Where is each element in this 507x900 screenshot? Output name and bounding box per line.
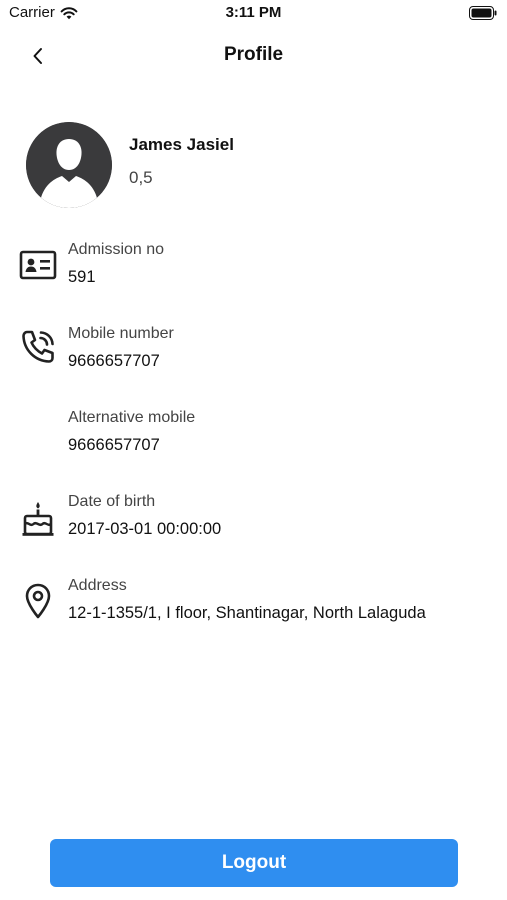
address-row: Address 12-1-1355/1, I floor, Shantinaga… bbox=[0, 577, 507, 639]
profile-header: James Jasiel 0,5 bbox=[26, 122, 486, 208]
mobile-number-row: Mobile number 9666657707 bbox=[0, 325, 507, 387]
user-name: James Jasiel bbox=[129, 135, 234, 154]
phone-call-icon bbox=[22, 330, 54, 363]
mobile-number-label: Mobile number bbox=[68, 325, 174, 342]
admission-number-value: 591 bbox=[68, 268, 96, 286]
birthday-cake-icon bbox=[22, 502, 54, 536]
phone-icon-wrap bbox=[18, 327, 58, 367]
status-time: 3:11 PM bbox=[225, 4, 282, 21]
status-bar: Carrier 3:11 PM bbox=[0, 0, 507, 28]
alternative-mobile-row: Alternative mobile 9666657707 bbox=[0, 409, 507, 471]
battery-icon bbox=[469, 6, 497, 20]
date-of-birth-row: Date of birth 2017-03-01 00:00:00 bbox=[0, 493, 507, 555]
location-icon-wrap bbox=[18, 581, 58, 621]
profile-screen: Carrier 3:11 PM Profile James Jasiel 0,5… bbox=[0, 0, 507, 900]
location-pin-icon bbox=[25, 583, 51, 619]
address-label: Address bbox=[68, 577, 127, 594]
alternative-mobile-label: Alternative mobile bbox=[68, 409, 196, 426]
user-class-section: 0,5 bbox=[129, 168, 153, 187]
cake-icon-wrap bbox=[18, 499, 58, 539]
user-silhouette-icon bbox=[26, 122, 112, 208]
id-card-icon-wrap bbox=[18, 245, 58, 285]
logout-button[interactable]: Logout bbox=[50, 839, 458, 887]
id-card-icon bbox=[19, 250, 57, 280]
admission-number-row: Admission no 591 bbox=[0, 241, 507, 303]
page-title: Profile bbox=[223, 44, 284, 65]
alternative-mobile-value: 9666657707 bbox=[68, 436, 160, 454]
address-value: 12-1-1355/1, I floor, Shantinagar, North… bbox=[68, 604, 426, 622]
date-of-birth-value: 2017-03-01 00:00:00 bbox=[68, 520, 222, 538]
navigation-bar: Profile bbox=[0, 36, 507, 76]
mobile-number-value: 9666657707 bbox=[68, 352, 160, 370]
avatar bbox=[26, 122, 112, 208]
admission-number-label: Admission no bbox=[68, 241, 165, 258]
date-of-birth-label: Date of birth bbox=[68, 493, 156, 510]
